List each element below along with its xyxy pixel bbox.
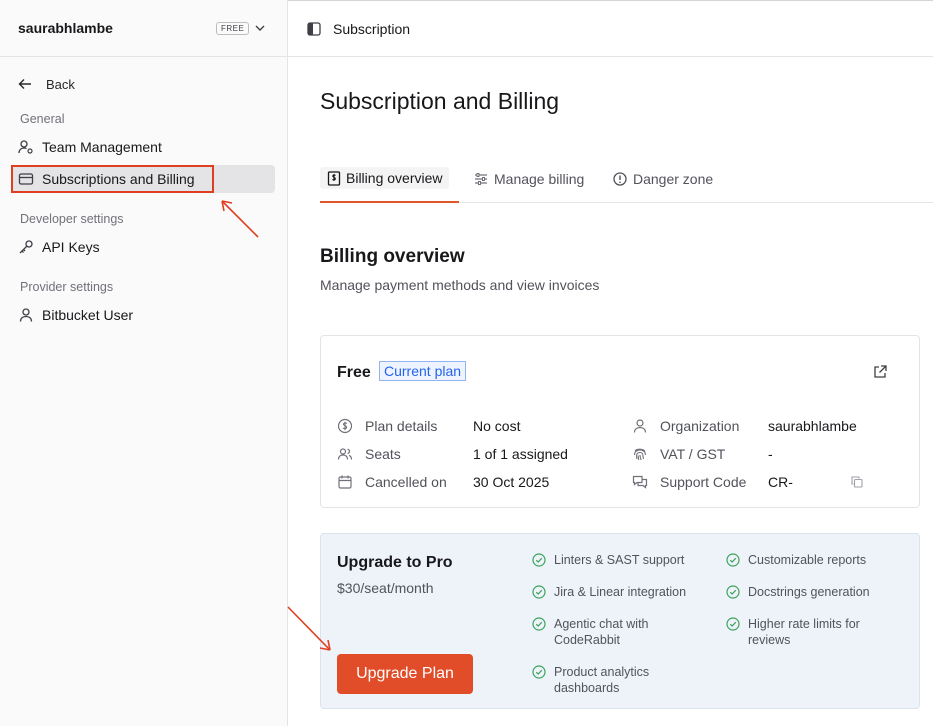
feature-label: Agentic chat with [554, 617, 649, 631]
tab-manage-billing[interactable]: Manage billing [474, 155, 584, 202]
cancelled-value: 30 Oct 2025 [473, 474, 550, 490]
sidebar-item-label: Subscriptions and Billing [42, 171, 195, 187]
feature-label: Docstrings generation [748, 585, 870, 599]
vat-value: - [768, 446, 773, 462]
section-subtitle: Manage payment methods and view invoices [320, 277, 600, 293]
tab-label: Danger zone [633, 170, 714, 187]
external-link-icon[interactable] [872, 364, 888, 380]
plan-details-label: Plan details [365, 418, 438, 434]
back-link[interactable]: Back [18, 74, 75, 94]
check-circle-icon [726, 584, 740, 600]
seats-value: 1 of 1 assigned [473, 446, 568, 462]
feature-item: Docstrings generation [726, 584, 870, 600]
feature-item: Product analytics dashboards [532, 664, 649, 696]
upgrade-to-pro-card: Upgrade to Pro $30/seat/month Upgrade Pl… [320, 533, 920, 709]
cancelled-label: Cancelled on [365, 474, 447, 490]
users-icon [337, 446, 353, 462]
receipt-dollar-icon [327, 170, 341, 186]
seats-label: Seats [365, 446, 401, 462]
tab-label: Manage billing [494, 170, 585, 187]
tab-label: Billing overview [346, 170, 443, 186]
feature-label: Product analytics [554, 665, 650, 679]
vat-label: VAT / GST [660, 446, 726, 462]
org-name: saurabhlambe [18, 20, 113, 36]
support-code-value: CR- [768, 474, 793, 490]
tab-danger-zone[interactable]: Danger zone [613, 155, 713, 202]
credit-card-icon [18, 171, 34, 187]
copy-icon[interactable] [851, 476, 863, 488]
section-label-developer: Developer settings [20, 212, 124, 226]
chevron-down-icon[interactable] [254, 22, 266, 34]
check-circle-icon [532, 616, 546, 648]
user-icon [632, 418, 648, 434]
alert-circle-icon [613, 171, 627, 186]
feature-label: dashboards [554, 681, 620, 695]
sidebar-toggle-icon[interactable] [307, 21, 321, 36]
feature-label-group: Agentic chat with CodeRabbit [554, 616, 649, 648]
sidebar: saurabhlambe FREE Back General Team Mana… [0, 0, 288, 726]
key-icon [18, 239, 34, 255]
breadcrumb: Subscription [333, 20, 411, 37]
tab-bar: Billing overview Manage billing Danger z… [320, 155, 933, 203]
sidebar-item-bitbucket-user[interactable]: Bitbucket User [12, 301, 275, 329]
feature-label-group: Higher rate limits for reviews [748, 616, 860, 648]
calendar-icon [337, 474, 353, 490]
sidebar-item-team-management[interactable]: Team Management [12, 133, 275, 161]
check-circle-icon [532, 584, 546, 600]
back-label: Back [46, 76, 75, 92]
sidebar-item-subscriptions-billing[interactable]: Subscriptions and Billing [12, 165, 275, 193]
feature-label: CodeRabbit [554, 633, 621, 647]
sidebar-item-label: Team Management [42, 139, 162, 155]
dollar-circle-icon [337, 418, 353, 434]
organization-value: saurabhlambe [768, 418, 857, 434]
feature-label: Jira & Linear integration [554, 585, 687, 599]
current-plan-badge: Current plan [379, 361, 467, 381]
feature-label: Customizable reports [748, 553, 867, 567]
feature-label: Linters & SAST support [554, 553, 685, 567]
organization-label: Organization [660, 418, 740, 434]
top-bar: Subscription [288, 0, 933, 57]
feature-item: Higher rate limits for reviews [726, 616, 860, 648]
page-title: Subscription and Billing [320, 88, 560, 114]
check-circle-icon [532, 552, 546, 568]
feature-label-group: Product analytics dashboards [554, 664, 649, 696]
tab-billing-overview[interactable]: Billing overview [320, 155, 459, 203]
user-gear-icon [18, 139, 34, 155]
check-circle-icon [726, 552, 740, 568]
org-switcher[interactable]: saurabhlambe FREE [0, 0, 287, 57]
check-circle-icon [726, 616, 740, 648]
section-label-provider: Provider settings [20, 280, 114, 294]
current-plan-card: Free Current plan Plan details No cost S… [320, 335, 920, 508]
plan-details-value: No cost [473, 418, 521, 434]
chat-icon [632, 474, 648, 490]
user-icon [18, 307, 34, 323]
section-label-general: General [20, 112, 65, 126]
feature-label: reviews [748, 633, 791, 647]
fingerprint-icon [632, 446, 648, 462]
upgrade-plan-button[interactable]: Upgrade Plan [337, 654, 473, 694]
arrow-left-icon [18, 78, 32, 90]
support-code-label: Support Code [660, 474, 747, 490]
plan-name: Free [337, 364, 371, 381]
section-title: Billing overview [320, 246, 465, 267]
sidebar-item-label: Bitbucket User [42, 307, 134, 323]
sidebar-item-label: API Keys [42, 239, 100, 255]
upgrade-title: Upgrade to Pro [337, 554, 453, 571]
feature-item: Customizable reports [726, 552, 866, 568]
feature-label: Higher rate limits for [748, 617, 860, 631]
feature-item: Agentic chat with CodeRabbit [532, 616, 649, 648]
sliders-icon [474, 172, 488, 186]
feature-item: Jira & Linear integration [532, 584, 686, 600]
sidebar-item-api-keys[interactable]: API Keys [12, 233, 275, 261]
feature-item: Linters & SAST support [532, 552, 684, 568]
upgrade-price: $30/seat/month [337, 580, 434, 596]
plan-badge: FREE [216, 22, 250, 35]
check-circle-icon [532, 664, 546, 696]
